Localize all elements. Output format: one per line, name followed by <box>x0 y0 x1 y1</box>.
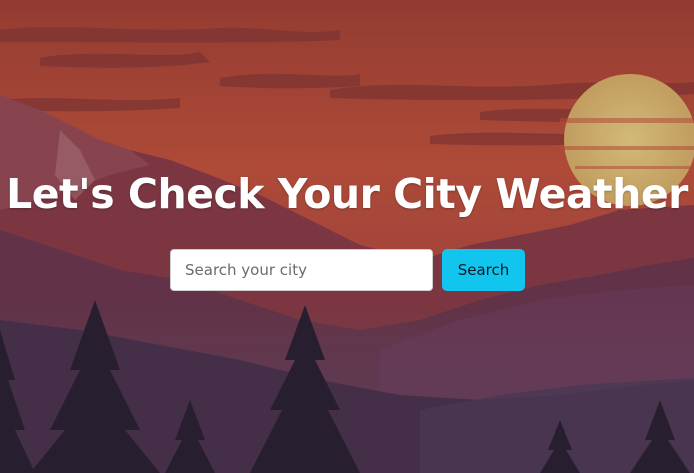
background-mountain-sunset-image <box>0 0 694 473</box>
city-search-input[interactable] <box>170 249 433 291</box>
hero-section: Let's Check Your City Weather Search <box>0 0 694 473</box>
page-title: Let's Check Your City Weather <box>6 170 688 218</box>
search-bar: Search <box>170 249 530 291</box>
search-button[interactable]: Search <box>442 249 525 291</box>
